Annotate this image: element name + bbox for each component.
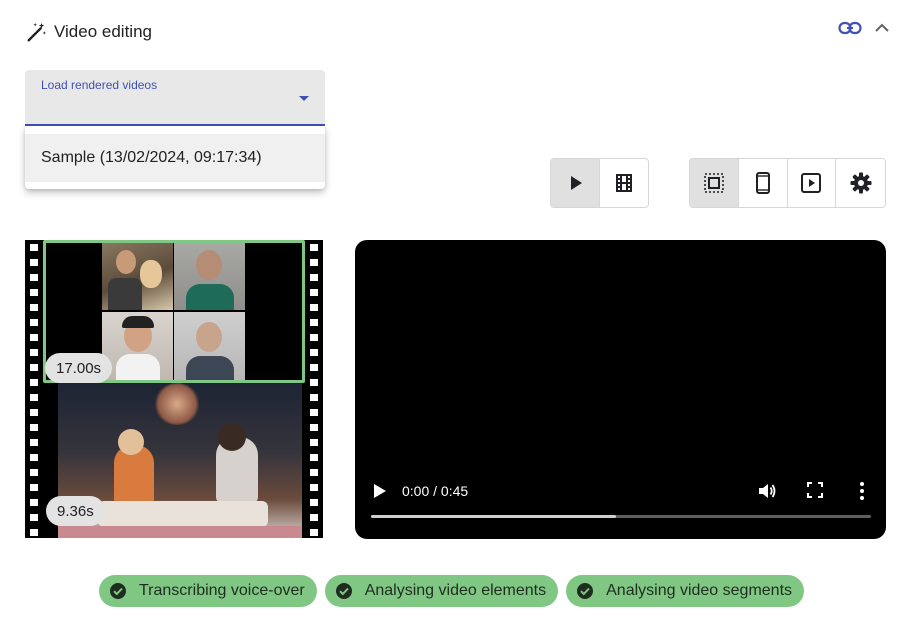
panel-header: Video editing (26, 18, 152, 46)
dropdown-arrow-icon (299, 96, 309, 101)
volume-icon[interactable] (757, 481, 777, 501)
select-all-icon (704, 173, 724, 193)
dropdown-option-sample[interactable]: Sample (13/02/2024, 09:17:34) (25, 134, 325, 182)
check-circle-icon (577, 583, 594, 599)
check-circle-icon (110, 583, 126, 599)
buffered-progress (371, 515, 616, 518)
status-label: Analysing video elements (364, 582, 547, 599)
toggle-slideshow[interactable] (787, 159, 837, 207)
film-sprockets-right (310, 240, 318, 538)
film-sprockets-left (30, 240, 38, 538)
player-time-readout: 0:00 / 0:45 (402, 483, 469, 499)
video-filmstrip[interactable]: 17.00s 9.36s (25, 240, 323, 538)
status-label: Transcribing voice-over (139, 582, 305, 599)
play-icon[interactable] (373, 483, 387, 499)
status-chip-video-segments: Analysing video segments (566, 575, 805, 607)
status-chip-transcribing: Transcribing voice-over (99, 575, 317, 607)
settings-icon (850, 172, 872, 194)
film-icon (615, 174, 632, 192)
more-options-icon[interactable] (859, 481, 865, 501)
smartphone-icon (755, 172, 770, 194)
status-chip-video-elements: Analysing video elements (324, 575, 559, 607)
progress-track[interactable] (371, 515, 871, 518)
format-toggle-group (689, 158, 886, 208)
toggle-smartphone[interactable] (738, 159, 788, 207)
video-player[interactable]: 0:00 / 0:45 (355, 240, 886, 539)
view-toggle-group (550, 158, 649, 208)
segment-duration-chip: 9.36s (46, 496, 105, 526)
check-circle-icon (335, 583, 352, 599)
panel-title: Video editing (54, 22, 152, 41)
slideshow-icon (801, 173, 822, 193)
play-icon (570, 176, 582, 190)
select-dropdown-panel: Sample (13/02/2024, 09:17:34) (25, 126, 325, 189)
chevron-up-icon[interactable] (872, 18, 892, 38)
link-icon[interactable] (838, 18, 862, 38)
analysis-status-row: Transcribing voice-over Analysing video … (99, 575, 812, 607)
toggle-select-all[interactable] (690, 159, 739, 207)
load-rendered-videos-select[interactable]: Load rendered videos (25, 70, 325, 126)
status-label: Analysing video segments (606, 582, 793, 599)
magic-wand-icon (27, 22, 47, 42)
fullscreen-icon[interactable] (806, 481, 824, 499)
select-label: Load rendered videos (41, 78, 158, 92)
toggle-film-view[interactable] (599, 159, 648, 207)
toggle-play-view[interactable] (551, 159, 600, 207)
toggle-settings[interactable] (836, 159, 885, 207)
video-editing-card: Video editing Load rendered videos Sampl… (0, 0, 907, 636)
segment-duration-chip: 17.00s (45, 353, 113, 383)
